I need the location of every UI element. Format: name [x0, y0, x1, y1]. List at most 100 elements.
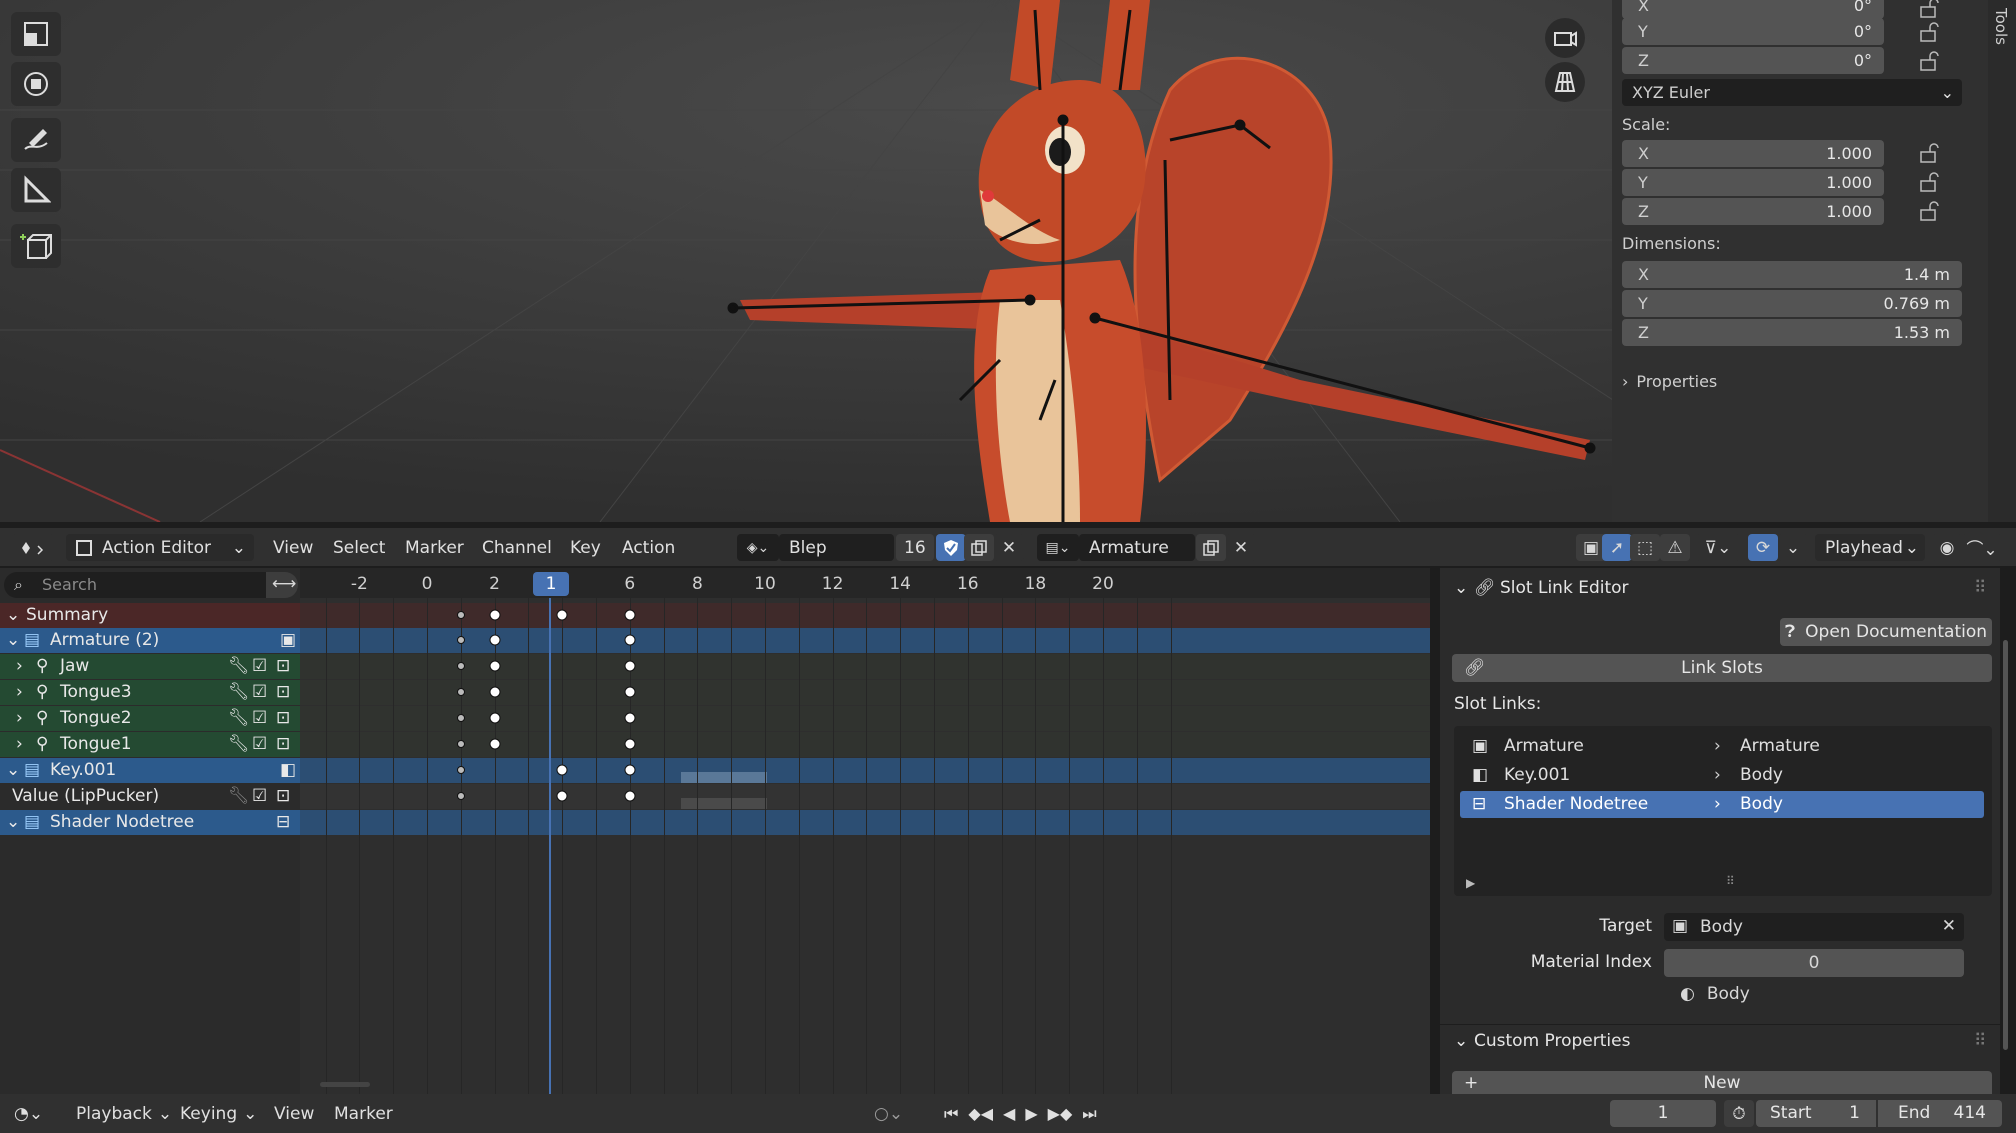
keyframe[interactable] — [489, 712, 501, 724]
checkbox-icon[interactable]: ☑ — [252, 734, 267, 754]
proportional-edit-toggle[interactable]: ◉ — [1932, 534, 1962, 561]
scale-z-field[interactable]: Z 1.000 — [1622, 198, 1884, 225]
menu-channel[interactable]: Channel — [482, 534, 552, 561]
fake-user-toggle[interactable] — [936, 534, 966, 561]
menu-marker[interactable]: Marker — [334, 1100, 393, 1127]
keyframe[interactable] — [556, 609, 568, 621]
duplicate-action-button[interactable] — [964, 534, 994, 561]
channel-search-input[interactable]: ⌕ Search — [4, 572, 266, 598]
slot-link-row[interactable]: ◧ Key.001 › Body — [1460, 762, 1984, 789]
checkbox-icon[interactable]: ☑ — [252, 682, 267, 702]
keyframe[interactable] — [624, 634, 636, 646]
timeline-editor-type[interactable]: ◔⌄ — [14, 1100, 58, 1127]
lock-icon[interactable] — [1918, 201, 1940, 221]
menu-keying[interactable]: Keying ⌄ — [180, 1100, 257, 1127]
annotate-tool[interactable] — [11, 118, 61, 162]
keyframe[interactable] — [456, 611, 465, 619]
keyframe[interactable] — [624, 660, 636, 672]
browse-action-button[interactable]: ◈⌄ — [737, 534, 779, 561]
properties-panel-header[interactable]: › Properties — [1622, 372, 1717, 391]
lock-icon[interactable]: ⊡ — [276, 708, 290, 728]
scale-y-field[interactable]: Y 1.000 — [1622, 169, 1884, 196]
slot-link-row[interactable]: ▣ Armature › Armature — [1460, 733, 1984, 760]
channel-shader-nodetree[interactable]: ⌄ ▤ Shader Nodetree ⊟ — [0, 810, 300, 835]
playhead-line[interactable] — [549, 598, 551, 1094]
keyframe[interactable] — [489, 634, 501, 646]
lock-icon[interactable] — [1918, 143, 1940, 163]
keyframe[interactable] — [624, 738, 636, 750]
auto-snap-toggle[interactable]: ⟳ — [1748, 534, 1778, 561]
channel-armature[interactable]: ⌄ ▤ Armature (2) ▣ — [0, 628, 300, 653]
lock-icon[interactable] — [1918, 172, 1940, 192]
timeline-ruler[interactable] — [300, 568, 1430, 598]
keyframe[interactable] — [456, 714, 465, 722]
only-errors-toggle[interactable]: ⬚ — [1630, 534, 1660, 561]
keyframe[interactable] — [624, 609, 636, 621]
drag-handle-icon[interactable]: ⠿ — [1974, 578, 1986, 598]
start-frame-field[interactable]: Start 1 — [1756, 1100, 1876, 1127]
filter-dropdown[interactable]: ⊽⌄ — [1696, 534, 1740, 561]
rotation-z-field[interactable]: Z 0° — [1622, 47, 1884, 74]
lock-icon[interactable]: ⊡ — [276, 682, 290, 702]
show-hidden-toggle[interactable]: ➚ — [1602, 534, 1632, 561]
measure-tool[interactable] — [11, 168, 61, 212]
dimension-y-field[interactable]: Y 0.769 m — [1622, 290, 1962, 317]
action-name-field[interactable]: Blep — [779, 534, 894, 561]
record-button[interactable]: ○⌄ — [874, 1100, 903, 1127]
snap-to-dropdown[interactable]: Playhead ⌄ — [1815, 534, 1925, 561]
rotation-x-field[interactable]: X 0° — [1622, 0, 1884, 19]
camera-view-button[interactable] — [1545, 18, 1585, 58]
wrench-icon[interactable]: 🔧︎ — [228, 682, 250, 702]
lock-icon[interactable] — [1918, 0, 1940, 18]
channel-jaw[interactable]: › ⚲ Jaw 🔧︎ ☑ ⊡ — [0, 654, 300, 679]
dimension-z-field[interactable]: Z 1.53 m — [1622, 319, 1962, 346]
scale-x-field[interactable]: X 1.000 — [1622, 140, 1884, 167]
menu-marker[interactable]: Marker — [405, 534, 464, 561]
play-icon[interactable]: ▶ — [1025, 1104, 1037, 1123]
checkbox-icon[interactable]: ☑ — [252, 786, 267, 806]
keyframe[interactable] — [556, 790, 568, 802]
close-icon[interactable]: ✕ — [1942, 916, 1956, 936]
keyframe[interactable] — [556, 764, 568, 776]
keyframe[interactable] — [624, 790, 636, 802]
dopesheet-area[interactable]: -4-202468101214161820 1 — [300, 568, 1430, 1094]
wrench-icon[interactable]: 🔧︎ — [228, 656, 250, 676]
drag-handle-icon[interactable]: ⠿ — [1974, 1031, 1986, 1051]
grid-view-button[interactable] — [1545, 62, 1585, 102]
checkbox-icon[interactable]: ☑ — [252, 708, 267, 728]
play-reverse-icon[interactable]: ◀ — [1003, 1104, 1015, 1123]
slot-name-field[interactable]: Armature — [1079, 534, 1195, 561]
keyframe[interactable] — [456, 766, 465, 774]
preview-range-toggle[interactable]: ⏱ — [1724, 1100, 1754, 1127]
channel-key001[interactable]: ⌄ ▤ Key.001 ◧ — [0, 758, 300, 783]
channel-tongue1[interactable]: › ⚲ Tongue1 🔧︎ ☑ ⊡ — [0, 732, 300, 757]
lock-icon[interactable]: ⊡ — [276, 786, 290, 806]
current-frame-indicator[interactable]: 1 — [533, 572, 569, 596]
rotation-mode-dropdown[interactable]: XYZ Euler ⌄ — [1622, 79, 1962, 106]
dimension-x-field[interactable]: X 1.4 m — [1622, 261, 1962, 288]
menu-key[interactable]: Key — [570, 534, 601, 561]
jump-start-icon[interactable]: ⏮ — [944, 1104, 958, 1124]
slot-link-editor-header[interactable]: ⌄ 🔗︎ Slot Link Editor ⠿ — [1440, 578, 2000, 606]
menu-action[interactable]: Action — [622, 534, 675, 561]
falloff-dropdown[interactable]: ⌒⌄ — [1962, 534, 2002, 561]
keyframe[interactable] — [456, 688, 465, 696]
rotation-y-field[interactable]: Y 0° — [1622, 18, 1884, 45]
unlink-action-button[interactable]: ✕ — [994, 534, 1024, 561]
editor-mode-dropdown[interactable]: Action Editor ⌄ — [66, 534, 254, 561]
warning-toggle[interactable]: ⚠ — [1660, 534, 1690, 561]
keyframe[interactable] — [624, 712, 636, 724]
channel-summary[interactable]: ⌄ Summary — [0, 603, 300, 628]
panel-scrollbar[interactable] — [2003, 640, 2008, 1050]
action-users-count[interactable]: 16 — [896, 534, 934, 561]
keyframe[interactable] — [489, 609, 501, 621]
scale-tool[interactable] — [11, 12, 61, 56]
new-property-button[interactable]: + New — [1452, 1071, 1992, 1094]
open-documentation-button[interactable]: ❓︎ Open Documentation — [1780, 618, 1992, 646]
checkbox-icon[interactable]: ☑ — [252, 656, 267, 676]
keyframe[interactable] — [456, 740, 465, 748]
unlink-slot-button[interactable]: ✕ — [1226, 534, 1256, 561]
keyframe[interactable] — [456, 662, 465, 670]
tools-tab[interactable]: Tools — [1988, 0, 2016, 522]
lock-icon[interactable] — [1918, 51, 1940, 71]
